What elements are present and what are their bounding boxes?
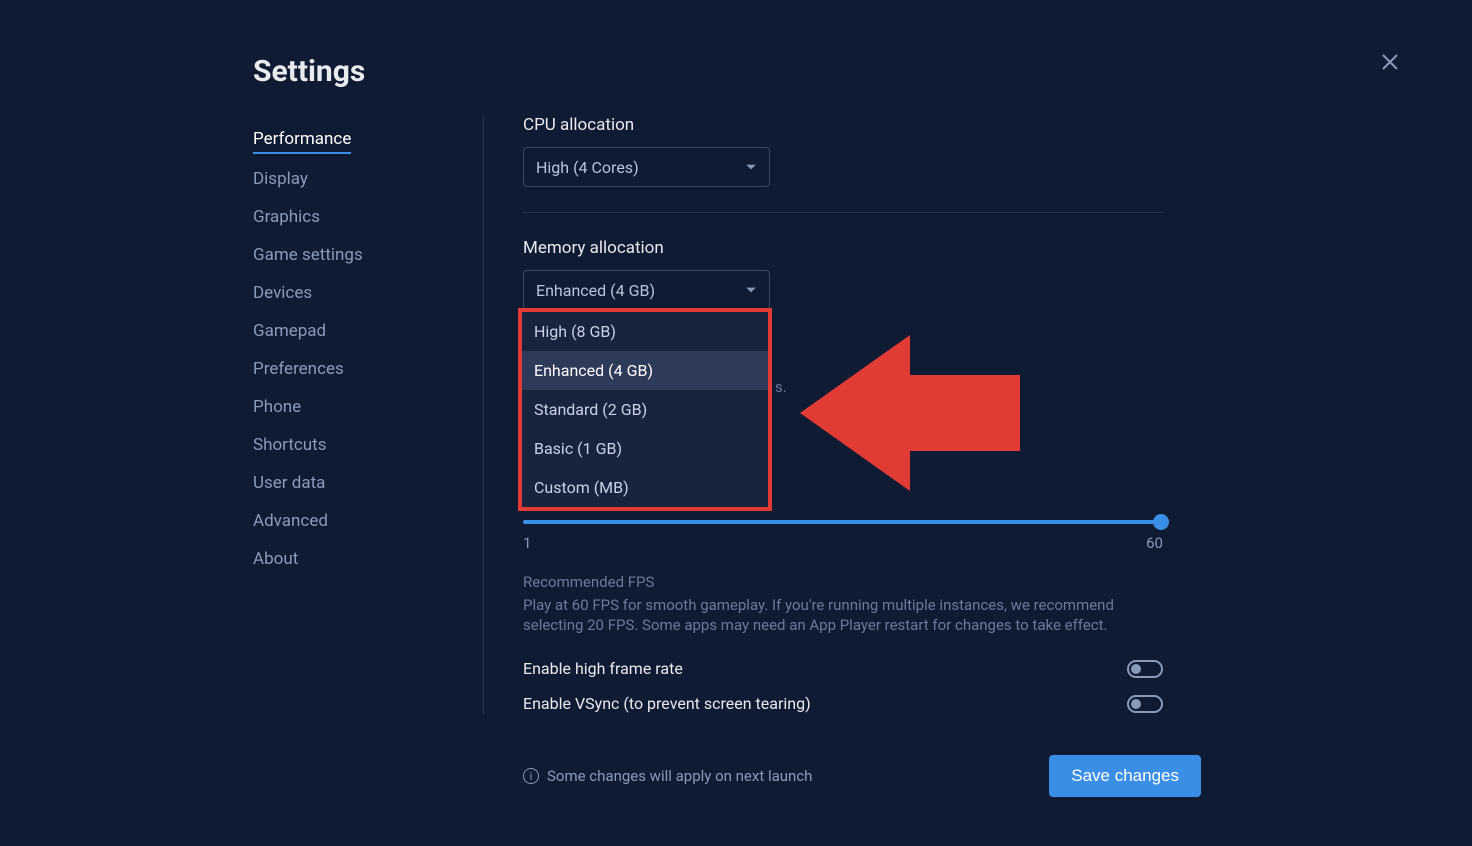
- toggle-knob: [1131, 664, 1141, 674]
- fps-slider-min: 1: [523, 534, 531, 552]
- footer-note: i Some changes will apply on next launch: [523, 767, 812, 785]
- caret-down-icon: [745, 284, 757, 296]
- sidebar-item-user-data[interactable]: User data: [253, 464, 453, 502]
- cpu-select[interactable]: High (4 Cores): [523, 147, 770, 187]
- content-panel: CPU allocation High (4 Cores) Memory all…: [523, 115, 1163, 310]
- sidebar-item-about[interactable]: About: [253, 540, 453, 578]
- footer: i Some changes will apply on next launch…: [523, 755, 1201, 797]
- sidebar-item-phone[interactable]: Phone: [253, 388, 453, 426]
- fps-slider[interactable]: [523, 520, 1163, 524]
- callout-arrow: [800, 335, 1020, 499]
- fps-slider-section: 1 60: [523, 520, 1163, 552]
- sidebar-item-shortcuts[interactable]: Shortcuts: [253, 426, 453, 464]
- memory-select[interactable]: Enhanced (4 GB): [523, 270, 770, 310]
- footer-note-text: Some changes will apply on next launch: [547, 767, 812, 785]
- save-button[interactable]: Save changes: [1049, 755, 1201, 797]
- memory-option-custom[interactable]: Custom (MB): [522, 468, 768, 507]
- fps-slider-labels: 1 60: [523, 534, 1163, 552]
- memory-section: Memory allocation Enhanced (4 GB): [523, 238, 1163, 310]
- toggle-knob: [1131, 699, 1141, 709]
- sidebar-item-graphics[interactable]: Graphics: [253, 198, 453, 236]
- memory-option-basic[interactable]: Basic (1 GB): [522, 429, 768, 468]
- sidebar-item-preferences[interactable]: Preferences: [253, 350, 453, 388]
- vsync-row: Enable VSync (to prevent screen tearing): [523, 694, 1163, 713]
- cpu-section: CPU allocation High (4 Cores): [523, 115, 1163, 187]
- fps-slider-max: 60: [1146, 534, 1163, 552]
- vsync-toggle[interactable]: [1127, 695, 1163, 713]
- vertical-divider: [483, 115, 484, 715]
- sidebar-item-game-settings[interactable]: Game settings: [253, 236, 453, 274]
- sidebar-item-display[interactable]: Display: [253, 160, 453, 198]
- fps-recommendation-title: Recommended FPS: [523, 573, 1163, 591]
- memory-option-enhanced[interactable]: Enhanced (4 GB): [522, 351, 768, 390]
- partial-hidden-text: s.: [775, 378, 787, 396]
- close-icon: [1378, 50, 1402, 74]
- sidebar: Performance Display Graphics Game settin…: [253, 120, 453, 578]
- memory-label: Memory allocation: [523, 238, 1163, 258]
- memory-option-high[interactable]: High (8 GB): [522, 312, 768, 351]
- arrow-left-icon: [800, 335, 1020, 495]
- high-frame-rate-label: Enable high frame rate: [523, 659, 683, 678]
- close-button[interactable]: [1378, 50, 1402, 74]
- memory-dropdown-panel: High (8 GB) Enhanced (4 GB) Standard (2 …: [518, 308, 772, 511]
- memory-select-value: Enhanced (4 GB): [536, 281, 655, 300]
- divider: [523, 212, 1163, 213]
- vsync-label: Enable VSync (to prevent screen tearing): [523, 694, 811, 713]
- sidebar-item-performance[interactable]: Performance: [253, 120, 351, 154]
- high-frame-rate-toggle[interactable]: [1127, 660, 1163, 678]
- settings-modal: Settings Performance Display Graphics Ga…: [0, 0, 1472, 846]
- fps-recommendation: Recommended FPS Play at 60 FPS for smoot…: [523, 573, 1163, 636]
- cpu-label: CPU allocation: [523, 115, 1163, 135]
- page-title: Settings: [253, 54, 365, 89]
- sidebar-item-advanced[interactable]: Advanced: [253, 502, 453, 540]
- caret-down-icon: [745, 161, 757, 173]
- fps-recommendation-text: Play at 60 FPS for smooth gameplay. If y…: [523, 595, 1163, 636]
- sidebar-item-devices[interactable]: Devices: [253, 274, 453, 312]
- memory-option-standard[interactable]: Standard (2 GB): [522, 390, 768, 429]
- info-icon: i: [523, 768, 539, 784]
- cpu-select-value: High (4 Cores): [536, 158, 639, 177]
- fps-slider-thumb[interactable]: [1153, 514, 1169, 530]
- sidebar-item-gamepad[interactable]: Gamepad: [253, 312, 453, 350]
- high-frame-rate-row: Enable high frame rate: [523, 659, 1163, 678]
